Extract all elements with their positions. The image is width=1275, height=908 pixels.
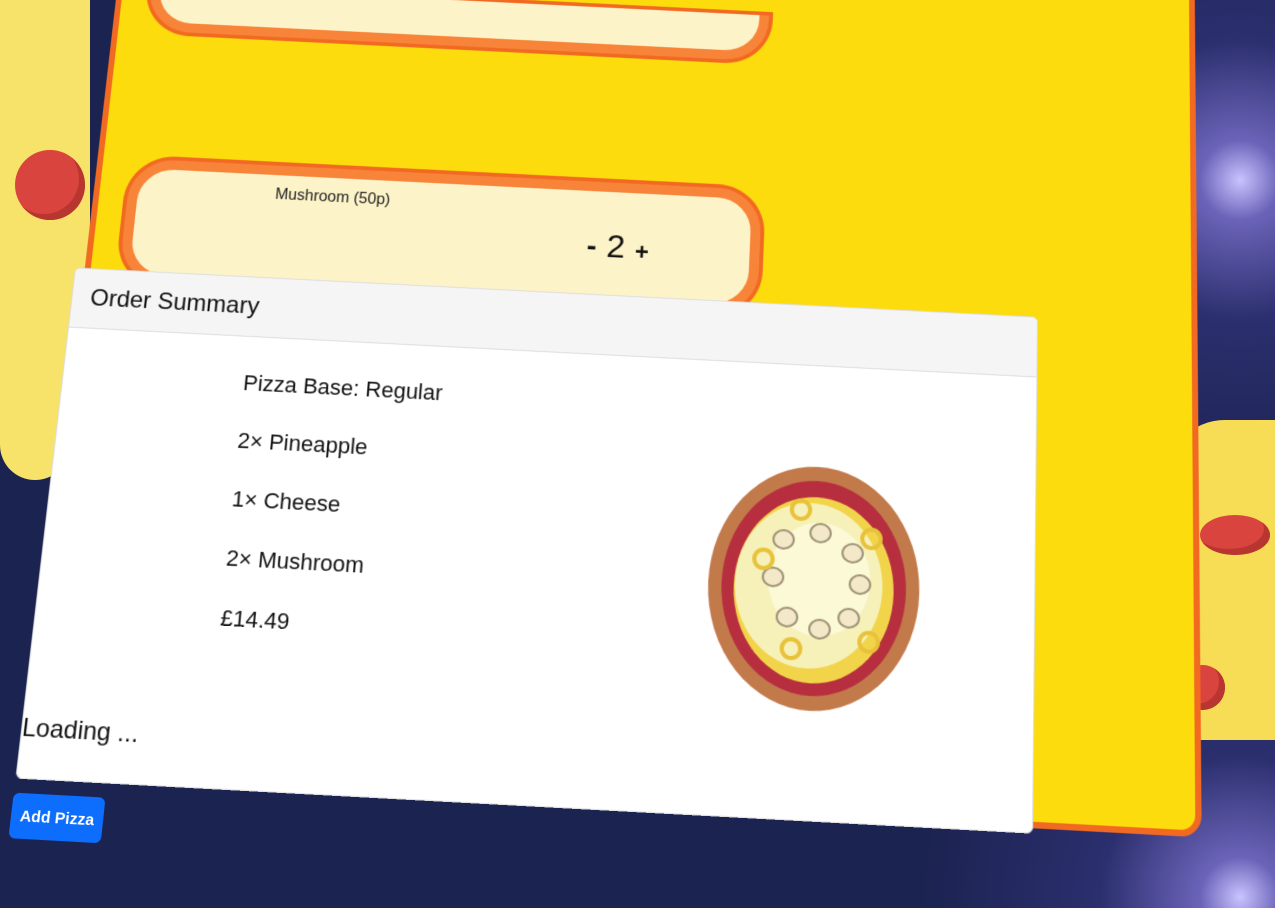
order-line-mushroom: 2× Mushroom bbox=[225, 544, 366, 578]
quantity-stepper: - 2 + bbox=[586, 227, 650, 268]
order-line-cheese: 1× Cheese bbox=[230, 485, 342, 518]
order-summary-card: Order Summary Pizza Base: Regular 2× Pin… bbox=[15, 267, 1038, 834]
quantity-value: 2 bbox=[605, 228, 627, 266]
topping-label: Mushroom (50p) bbox=[274, 186, 391, 209]
add-pizza-button[interactable]: Add Pizza bbox=[8, 792, 106, 844]
order-total-price: £14.49 bbox=[219, 604, 291, 635]
increase-button[interactable]: + bbox=[634, 239, 649, 267]
order-line-base: Pizza Base: Regular bbox=[242, 370, 444, 406]
order-lines: Pizza Base: Regular 2× Pineapple 1× Chee… bbox=[216, 370, 444, 676]
decrease-button[interactable]: - bbox=[586, 229, 598, 262]
loading-indicator: Loading ... bbox=[20, 713, 140, 749]
page-canvas: Mushroom (50p) - 2 + Order Summary Pizza… bbox=[0, 0, 1275, 844]
pizza-preview-image bbox=[702, 461, 922, 717]
order-line-pineapple: 2× Pineapple bbox=[236, 427, 369, 460]
